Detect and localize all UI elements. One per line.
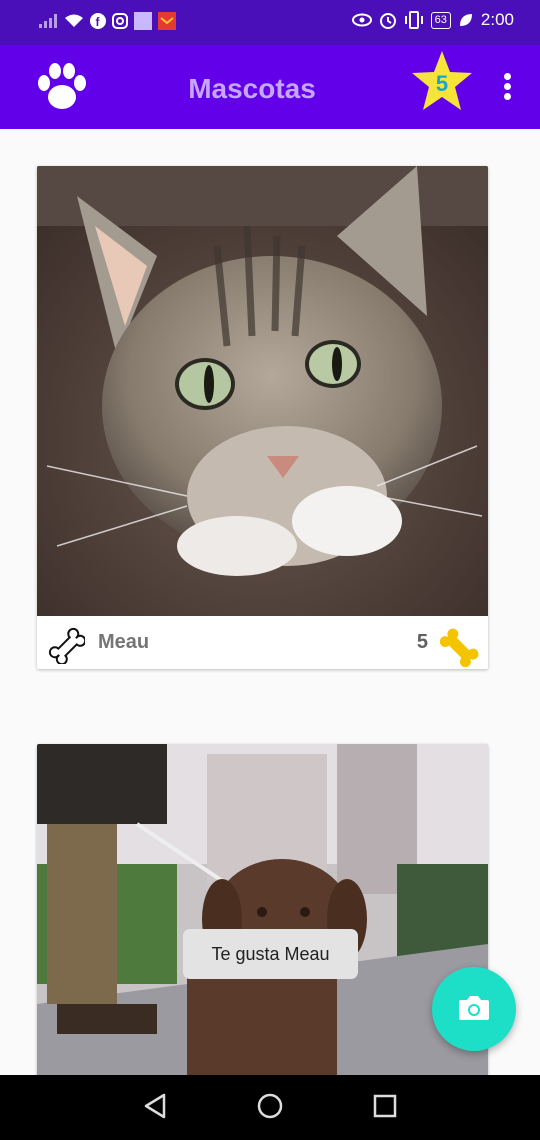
vibrate-icon [404, 11, 423, 29]
camera-icon [459, 996, 489, 1020]
status-right-icons: 63 2:00 [351, 10, 514, 30]
eye-icon [351, 13, 372, 27]
instagram-icon [112, 13, 128, 29]
status-bar: f 63 2:00 [0, 0, 540, 45]
star-count: 5 [435, 71, 449, 96]
home-icon[interactable] [257, 1093, 283, 1119]
alarm-icon [379, 13, 396, 29]
like-count: 5 [416, 631, 428, 653]
wifi-icon [65, 14, 83, 27]
pet-photo-cat [37, 166, 488, 616]
status-time: 2:00 [480, 10, 514, 29]
overflow-menu-button[interactable] [500, 73, 514, 103]
pet-card: Meau 5 [37, 166, 488, 669]
square-icon [134, 12, 152, 30]
status-left-icons: f [38, 12, 176, 30]
battery-icon: 63 [430, 11, 451, 29]
pet-photo-dog [37, 744, 488, 1084]
facebook-icon: f [90, 13, 106, 29]
app-bar: Mascotas 5 [0, 45, 540, 129]
camera-fab-button[interactable] [432, 967, 516, 1051]
pet-card [37, 744, 488, 1084]
signal-icon [39, 14, 57, 28]
pet-card-footer: Meau 5 [37, 616, 488, 669]
back-icon[interactable] [143, 1093, 167, 1119]
favorites-star-button[interactable]: 5 [410, 49, 474, 113]
pet-name: Meau [98, 631, 150, 653]
navigation-bar [0, 1075, 540, 1140]
bone-filled-icon[interactable] [440, 621, 486, 667]
bone-outline-icon[interactable] [43, 622, 85, 664]
leaf-icon [459, 14, 472, 26]
toast-message: Te gusta Meau [183, 929, 358, 979]
gift-icon [158, 12, 176, 30]
recents-icon[interactable] [373, 1093, 397, 1119]
